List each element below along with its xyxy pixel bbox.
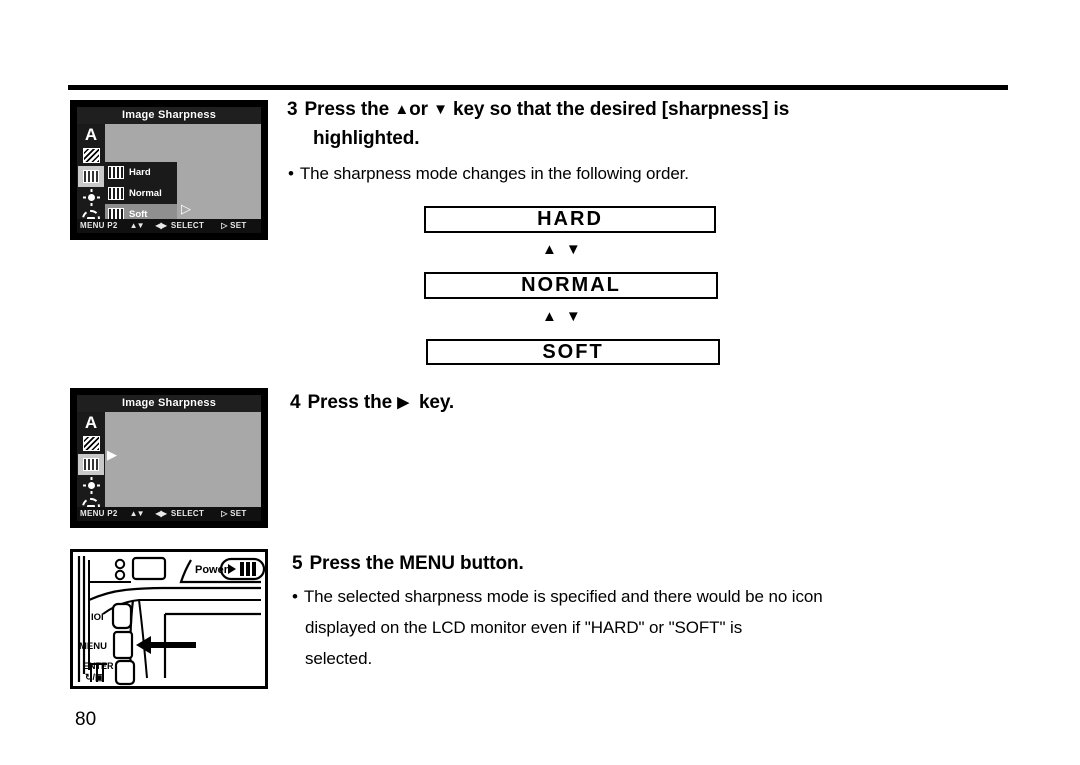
lcd-screen-sharpness-submenu: Image Sharpness A Hard Normal Soft ▷ MEN…	[70, 100, 268, 240]
bars-icon	[108, 166, 124, 179]
step-3-number: 3	[287, 99, 298, 120]
camera-back-illustration: Power IOI MENU ENTER ↻/▣	[70, 549, 268, 689]
step-3-text-or: or	[409, 99, 428, 120]
sun-glyph	[83, 477, 100, 494]
lcd-body-1: A Hard Normal Soft ▷	[77, 124, 261, 228]
step-3-text-before: Press the	[304, 99, 390, 120]
bars-glyph	[83, 458, 99, 471]
power-label: Power	[195, 564, 229, 576]
step-4-text-after: key.	[418, 392, 455, 413]
enter-button-label: ENTER	[83, 661, 114, 671]
status-menu-label: MENU P2	[80, 509, 118, 518]
step-4-number: 4	[290, 392, 301, 413]
submenu-item-normal[interactable]: Normal	[105, 183, 177, 204]
step-5-bullet-line3: selected.	[305, 649, 373, 668]
bars-glyph	[83, 170, 99, 183]
submenu-item-label: Soft	[129, 208, 148, 220]
auto-white-balance-icon[interactable]: A	[78, 412, 104, 433]
auto-white-balance-icon[interactable]: A	[78, 124, 104, 145]
sharpness-submenu-list: Hard Normal Soft	[105, 162, 177, 225]
bullet-marker: •	[292, 587, 298, 606]
step-3-text-after: key so that the desired [sharpness] is	[453, 99, 790, 120]
status-select-label: SELECT	[170, 509, 205, 518]
image-sharpness-icon[interactable]	[78, 454, 104, 475]
step-5-bullet-line3-wrap: selected.	[305, 643, 1005, 674]
step-5-number: 5	[292, 553, 303, 574]
lcd-sidebar-2: A	[77, 412, 105, 516]
flow-box-hard-label: HARD	[537, 208, 603, 230]
lcd-status-bar-2: MENU P2 ▲▼ ◀▶ SELECT ▷ SET	[77, 507, 261, 521]
menu-button-label: MENU	[79, 641, 107, 652]
submenu-selection-arrow-icon: ▷	[181, 201, 191, 216]
lcd-title-1: Image Sharpness	[77, 107, 261, 124]
menu-selection-arrow-icon: ▶	[107, 447, 117, 462]
menu-button	[112, 630, 134, 660]
up-arrow-icon: ▲	[394, 101, 410, 118]
lcd-inner-1: Image Sharpness A Hard Normal Soft ▷ MEN…	[77, 107, 261, 233]
status-set-label: ▷ SET	[221, 221, 247, 230]
submenu-item-hard[interactable]: Hard	[105, 162, 177, 183]
brightness-icon[interactable]	[78, 475, 104, 496]
flow-box-soft-label: SOFT	[542, 341, 604, 363]
lcd-sidebar-1: A	[77, 124, 105, 228]
step-3-bullet-text: The sharpness mode changes in the follow…	[299, 164, 689, 183]
letter-a-glyph: A	[84, 125, 98, 144]
enter-button	[114, 659, 136, 686]
lcd-status-bar-1: MENU P2 ▲▼ ◀▶ SELECT ▷ SET	[77, 219, 261, 233]
flow-box-hard: HARD	[424, 206, 716, 233]
status-leftright-icon: ◀▶	[155, 509, 167, 518]
status-select-label: SELECT	[170, 221, 205, 230]
flow-connector-1: ▲▼	[542, 241, 590, 258]
brightness-icon[interactable]	[78, 187, 104, 208]
flow-box-normal: NORMAL	[424, 272, 718, 299]
step-5-bullet-line2-wrap: displayed on the LCD monitor even if "HA…	[305, 612, 1005, 643]
image-quality-icon[interactable]	[78, 433, 104, 454]
image-sharpness-icon[interactable]	[78, 166, 104, 187]
display-button-label: IOI	[91, 612, 104, 623]
sun-glyph	[83, 189, 100, 206]
submenu-item-label: Hard	[129, 166, 151, 178]
viewfinder	[131, 556, 167, 581]
step-3-bullet: • The sharpness mode changes in the follo…	[288, 158, 928, 189]
flow-box-normal-label: NORMAL	[521, 274, 621, 296]
step-4-text-before: Press the	[307, 392, 393, 413]
step-5-text: Press the MENU button.	[309, 553, 524, 574]
lcd-inner-2: Image Sharpness A ▶ MENU P2 ▲▼ ◀▶ SELECT…	[77, 395, 261, 521]
flow-box-soft: SOFT	[426, 339, 720, 365]
header-rule	[68, 85, 1008, 90]
led-indicator-icon	[114, 558, 126, 570]
bars-icon	[108, 187, 124, 200]
right-arrow-icon: ▶	[397, 394, 409, 411]
hatch-glyph	[82, 436, 100, 451]
step-5-bullet-line2: displayed on the LCD monitor even if "HA…	[305, 618, 743, 637]
lcd-body-2: A ▶	[77, 412, 261, 516]
display-button	[111, 602, 133, 630]
page-number: 80	[75, 709, 97, 730]
led-indicator-icon	[114, 569, 126, 581]
status-updown-icon: ▲▼	[129, 509, 145, 518]
status-menu-label: MENU P2	[80, 221, 118, 230]
step-3-heading: 3 Press the ▲or ▼ key so that the desired…	[287, 96, 967, 153]
lcd-canvas-2	[105, 412, 261, 507]
status-updown-icon: ▲▼	[129, 221, 145, 230]
step-3-line2: highlighted.	[313, 128, 420, 149]
lcd-title-2: Image Sharpness	[77, 395, 261, 412]
status-leftright-icon: ◀▶	[155, 221, 167, 230]
submenu-item-label: Normal	[129, 187, 162, 199]
flow-connector-2: ▲▼	[542, 308, 590, 325]
status-set-label: ▷ SET	[221, 509, 247, 518]
step-4-heading: 4 Press the ▶ key.	[290, 389, 690, 418]
bullet-marker: •	[288, 164, 294, 183]
hatch-glyph	[82, 148, 100, 163]
letter-a-glyph: A	[84, 413, 98, 432]
step-5-bullet-line1: The selected sharpness mode is specified…	[303, 587, 823, 606]
step-5-bullet: • The selected sharpness mode is specifie…	[292, 581, 992, 612]
step-5-heading: 5 Press the MENU button.	[292, 550, 792, 578]
image-quality-icon[interactable]	[78, 145, 104, 166]
down-arrow-icon: ▼	[433, 101, 448, 118]
lcd-screen-sharpness-menu: Image Sharpness A ▶ MENU P2 ▲▼ ◀▶ SELECT…	[70, 388, 268, 528]
enter-button-sublabel: ↻/▣	[85, 672, 104, 682]
camera-diagram-svg: Power IOI MENU ENTER ↻/▣	[77, 556, 265, 686]
